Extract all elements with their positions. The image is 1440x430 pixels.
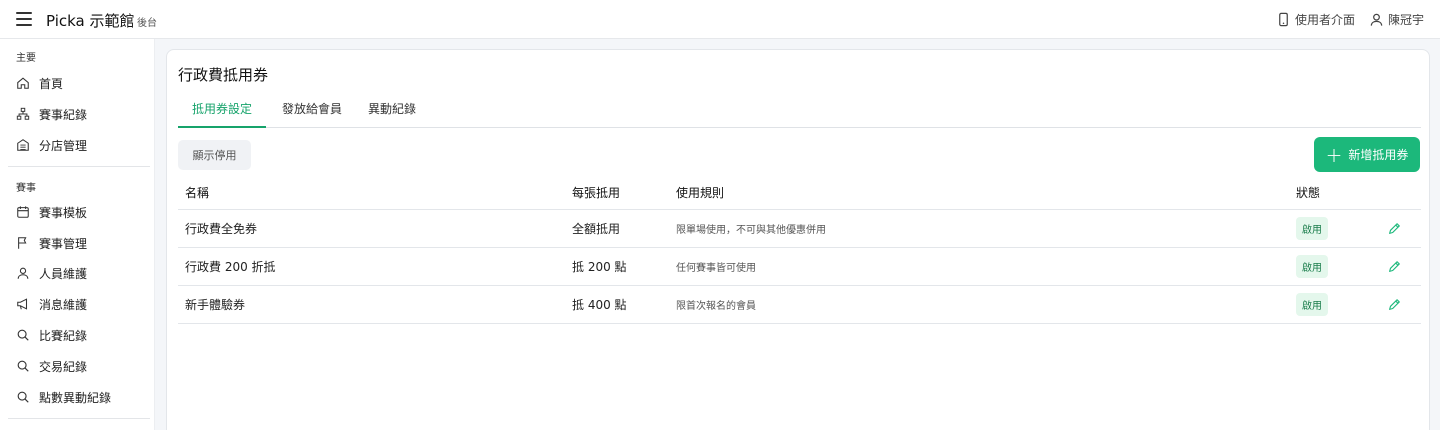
mobile-icon bbox=[1279, 12, 1288, 27]
tab-bar: 抵用券設定 發放給會員 異動紀錄 bbox=[178, 95, 1421, 128]
table-row: 新手體驗券 抵 400 點 限首次報名的會員 啟用 bbox=[178, 286, 1421, 324]
user-interface-link[interactable]: 使用者介面 bbox=[1276, 11, 1355, 28]
sidebar-item-label: 賽事管理 bbox=[39, 236, 88, 251]
column-header-rule: 使用規則 bbox=[676, 186, 725, 200]
sitemap-icon bbox=[16, 107, 30, 120]
sidebar-divider bbox=[8, 166, 150, 167]
sidebar-item-home[interactable]: 首頁 bbox=[16, 72, 146, 94]
table-header-row: 名稱 每張抵用 使用規則 狀態 bbox=[178, 176, 1421, 210]
add-voucher-button[interactable]: + 新增抵用券 bbox=[1314, 137, 1420, 172]
plus-icon: + bbox=[1325, 142, 1343, 167]
sidebar-item-branch-management[interactable]: 分店管理 bbox=[16, 134, 146, 156]
show-disabled-button[interactable]: 顯示停用 bbox=[178, 140, 251, 170]
tab-change-records[interactable]: 異動紀錄 bbox=[362, 95, 422, 128]
voucher-name: 行政費全免券 bbox=[185, 222, 258, 236]
sidebar-item-label: 首頁 bbox=[39, 76, 64, 91]
megaphone-icon bbox=[17, 298, 28, 310]
edit-icon[interactable] bbox=[1387, 260, 1401, 274]
voucher-table: 名稱 每張抵用 使用規則 狀態 行政費全免券 全額抵用 限單場使用，不可與其他優… bbox=[178, 176, 1421, 324]
voucher-amount: 抵 400 點 bbox=[572, 298, 627, 312]
tab-issue-to-members[interactable]: 發放給會員 bbox=[276, 95, 348, 128]
user-icon bbox=[1370, 13, 1383, 26]
column-header-name: 名稱 bbox=[185, 186, 210, 200]
voucher-rule: 限單場使用，不可與其他優惠併用 bbox=[676, 225, 826, 236]
sidebar-item-label: 人員維護 bbox=[39, 266, 88, 281]
sidebar-item-points-change-records[interactable]: 點數異動紀錄 bbox=[16, 386, 146, 408]
app-subtitle: 後台 bbox=[137, 18, 157, 29]
search-icon bbox=[17, 329, 29, 341]
user-menu[interactable]: 陳冠宇 bbox=[1369, 11, 1424, 28]
voucher-name: 新手體驗券 bbox=[185, 298, 246, 312]
app-title: Picka 示範館 bbox=[46, 12, 135, 30]
status-badge: 啟用 bbox=[1296, 293, 1328, 316]
sidebar-divider bbox=[8, 418, 150, 419]
calendar-icon bbox=[17, 206, 29, 218]
column-header-amount: 每張抵用 bbox=[572, 186, 621, 200]
edit-icon[interactable] bbox=[1387, 222, 1401, 236]
menu-icon[interactable] bbox=[16, 12, 32, 26]
user-interface-label: 使用者介面 bbox=[1294, 13, 1355, 27]
user-name: 陳冠宇 bbox=[1387, 13, 1424, 27]
user-icon bbox=[17, 267, 29, 279]
page-title: 行政費抵用券 bbox=[178, 66, 269, 84]
voucher-amount: 全額抵用 bbox=[572, 222, 621, 236]
section-label-main: 主要 bbox=[16, 53, 36, 64]
sidebar-item-news-maintenance[interactable]: 消息維護 bbox=[16, 293, 146, 315]
status-badge: 啟用 bbox=[1296, 217, 1328, 240]
voucher-rule: 限首次報名的會員 bbox=[676, 301, 756, 312]
voucher-card: 行政費抵用券 抵用券設定 發放給會員 異動紀錄 顯示停用 + 新增抵用券 名稱 … bbox=[166, 49, 1430, 430]
search-icon bbox=[17, 391, 29, 403]
sidebar-item-label: 賽事紀錄 bbox=[39, 107, 88, 122]
table-row: 行政費 200 折抵 抵 200 點 任何賽事皆可使用 啟用 bbox=[178, 248, 1421, 286]
building-icon bbox=[17, 139, 29, 151]
search-icon bbox=[17, 360, 29, 372]
sidebar-item-event-templates[interactable]: 賽事模板 bbox=[16, 201, 146, 223]
sidebar-item-staff-maintenance[interactable]: 人員維護 bbox=[16, 262, 146, 284]
sidebar-item-transaction-records[interactable]: 交易紀錄 bbox=[16, 355, 146, 377]
home-icon bbox=[17, 77, 29, 89]
add-voucher-label: 新增抵用券 bbox=[1348, 148, 1409, 162]
voucher-amount: 抵 200 點 bbox=[572, 260, 627, 274]
tab-voucher-settings[interactable]: 抵用券設定 bbox=[178, 95, 266, 128]
voucher-rule: 任何賽事皆可使用 bbox=[676, 263, 756, 274]
sidebar-item-label: 點數異動紀錄 bbox=[39, 390, 112, 405]
section-label-event: 賽事 bbox=[16, 183, 36, 194]
sidebar-item-label: 比賽紀錄 bbox=[39, 328, 88, 343]
sidebar-item-label: 消息維護 bbox=[39, 297, 88, 312]
table-row: 行政費全免券 全額抵用 限單場使用，不可與其他優惠併用 啟用 bbox=[178, 210, 1421, 248]
sidebar-item-event-records[interactable]: 賽事紀錄 bbox=[16, 103, 146, 125]
status-badge: 啟用 bbox=[1296, 255, 1328, 278]
sidebar-item-match-records[interactable]: 比賽紀錄 bbox=[16, 324, 146, 346]
sidebar-item-label: 分店管理 bbox=[39, 138, 88, 153]
sidebar-item-label: 交易紀錄 bbox=[39, 359, 88, 374]
sidebar: 主要 首頁 賽事紀錄 分店管理 賽事 賽事模板 賽事管理 人員維護 消息維護 比… bbox=[0, 39, 155, 430]
sidebar-item-label: 賽事模板 bbox=[39, 205, 88, 220]
column-header-status: 狀態 bbox=[1296, 186, 1321, 200]
sidebar-item-event-management[interactable]: 賽事管理 bbox=[16, 232, 146, 254]
edit-icon[interactable] bbox=[1387, 298, 1401, 312]
flag-icon bbox=[18, 237, 27, 249]
voucher-name: 行政費 200 折抵 bbox=[185, 260, 276, 274]
top-bar: Picka 示範館 後台 使用者介面 陳冠宇 bbox=[0, 0, 1440, 39]
